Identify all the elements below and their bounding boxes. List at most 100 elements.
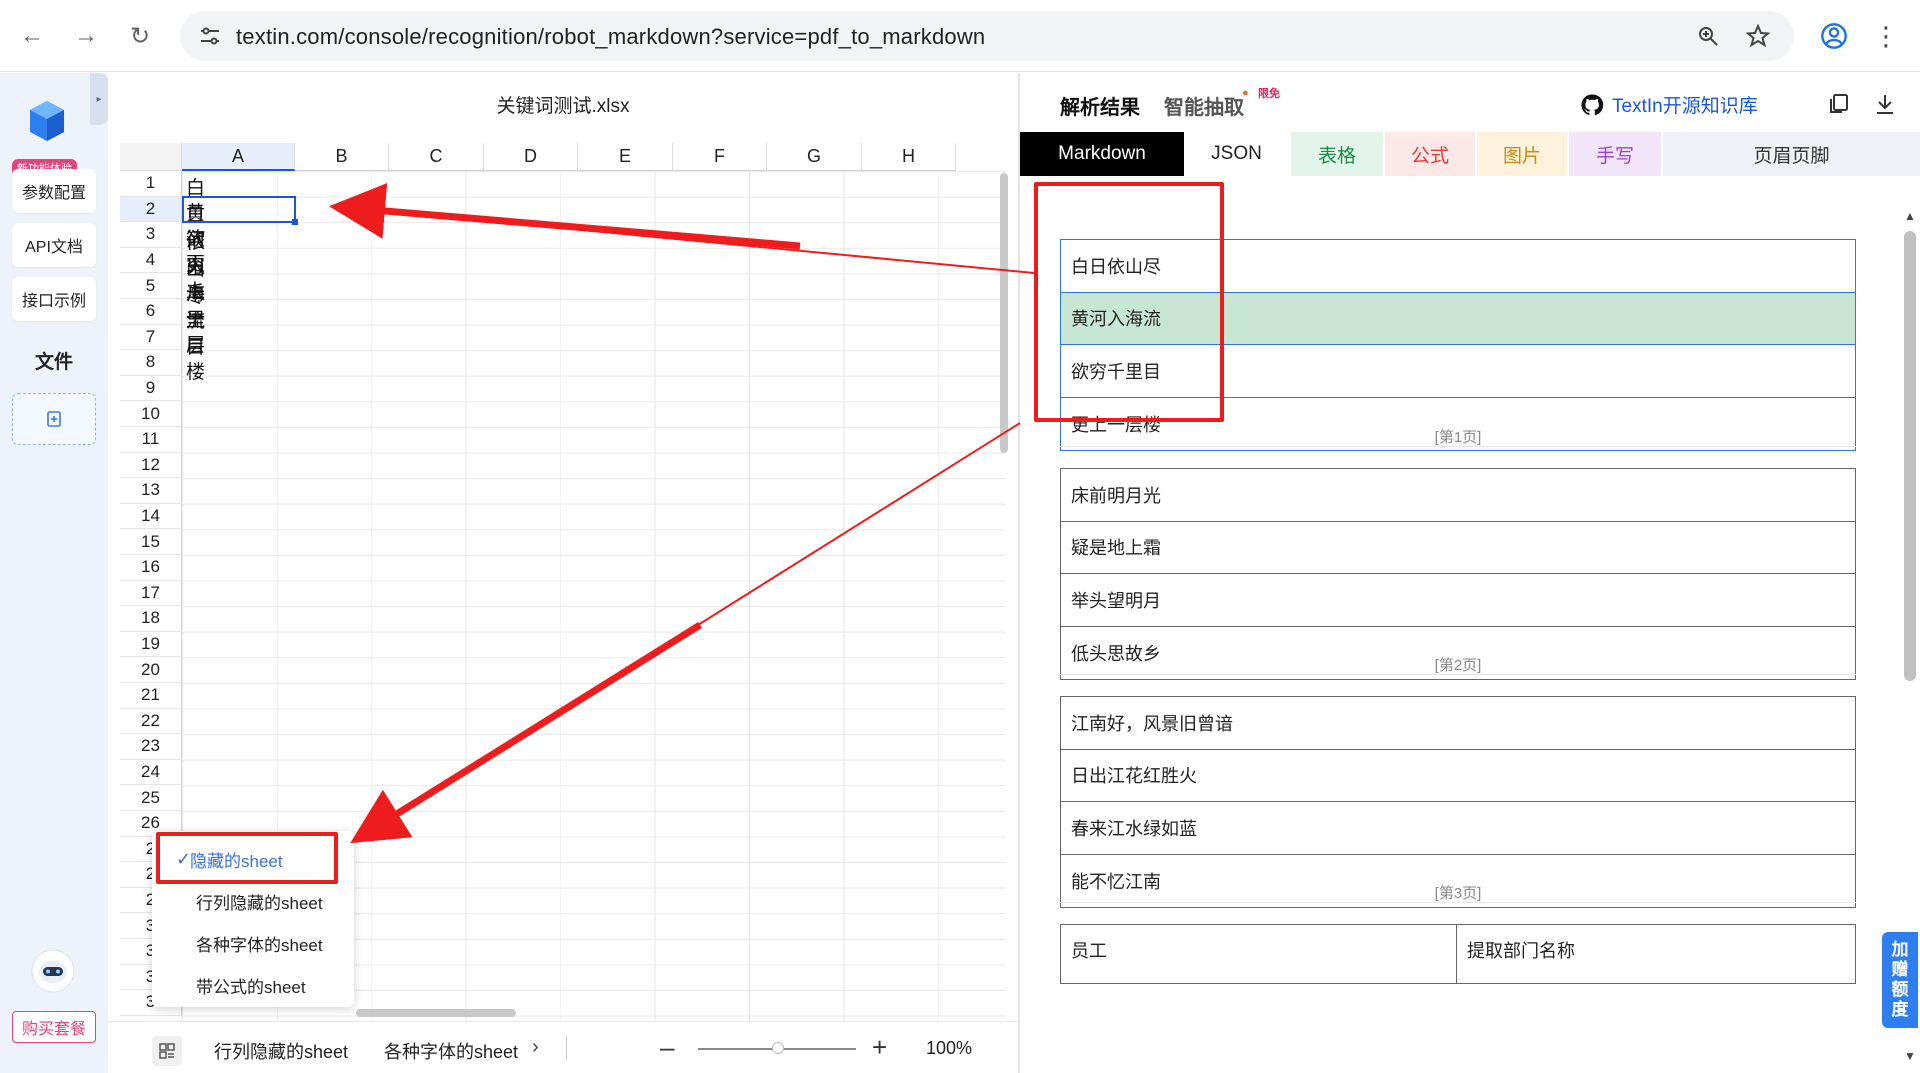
menu-item-formulas[interactable]: 带公式的sheet [152,965,354,1005]
column-header[interactable]: A [182,143,295,171]
table-row[interactable]: 江南好，风景旧曾谙 [1061,697,1855,750]
row-header[interactable]: 21 [120,683,182,709]
tab-parse-result[interactable]: 解析结果 [1060,91,1140,120]
sheet-list-icon[interactable] [152,1036,182,1066]
tab-tables[interactable]: 表格 [1291,132,1383,176]
tab-json[interactable]: JSON [1184,132,1289,176]
api-docs-button[interactable]: API文档 [12,223,96,267]
fill-handle[interactable] [292,219,298,225]
row-header[interactable]: 12 [120,452,182,479]
zoom-out-icon[interactable]: – [660,1032,674,1063]
param-config-button[interactable]: 参数配置 [12,169,96,213]
scroll-down-icon[interactable]: ▼ [1904,1049,1916,1063]
row-header[interactable]: 25 [120,785,182,811]
back-icon[interactable]: ← [14,18,50,54]
row-header[interactable]: 15 [120,529,182,555]
row-header[interactable]: 20 [120,657,182,683]
annotation-box-menu [156,832,338,884]
scroll-up-icon[interactable]: ▲ [1904,209,1916,223]
tab-smart-extract[interactable]: 智能抽取 [1164,91,1244,120]
upload-file-button[interactable] [12,393,96,445]
tab-markdown[interactable]: Markdown [1020,132,1184,176]
row-header[interactable]: 23 [120,734,182,760]
row-header[interactable]: 7 [120,324,182,351]
bonus-quota-button[interactable]: 加 赠 额 度 [1882,932,1918,1028]
row-header[interactable]: 17 [120,580,182,607]
fire-icon: ● [1242,87,1249,99]
table-row[interactable]: 疑是地上霜 [1061,522,1855,574]
tab-images[interactable]: 图片 [1477,132,1567,176]
row-header[interactable]: 11 [120,427,182,453]
row-header[interactable]: 18 [120,606,182,632]
table-cell[interactable]: 提取部门名称 [1457,925,1585,983]
page-separator [1060,674,1856,675]
row-header[interactable]: 3 [120,222,182,248]
row-header[interactable]: 8 [120,350,182,376]
buy-plan-button[interactable]: 购买套餐 [12,1011,96,1043]
row-header[interactable]: 6 [120,299,182,325]
url-text[interactable]: textin.com/console/recognition/robot_mar… [236,24,985,50]
assistant-bot-icon[interactable] [30,948,76,994]
column-header[interactable]: C [389,143,484,171]
row-header[interactable]: 1 [120,171,182,197]
menu-item-row-col-hidden[interactable]: 行列隐藏的sheet [152,881,354,921]
column-header[interactable]: E [578,143,673,171]
file-title: 关键词测试.xlsx [496,96,630,117]
copy-icon[interactable] [1826,91,1852,117]
api-example-button[interactable]: 接口示例 [12,277,96,321]
row-header[interactable]: 9 [120,375,182,402]
sheet-horizontal-scrollbar[interactable] [356,1009,516,1017]
bookmark-star-icon[interactable] [1746,24,1770,48]
table-row[interactable]: 日出江花红胜火 [1061,750,1855,802]
row-header[interactable]: 2 [120,196,182,223]
row-header[interactable]: 24 [120,759,182,786]
row-header[interactable]: 16 [120,555,182,581]
row-header[interactable]: 22 [120,708,182,735]
sidebar-collapse-toggle[interactable]: ▸ [90,73,108,125]
selected-cell-frame [182,196,298,225]
cell-a4[interactable]: 更上一层楼 [186,249,205,384]
column-header[interactable]: F [673,143,767,171]
knowledge-base-link[interactable]: TextIn开源知识库 [1580,91,1758,118]
row-header[interactable]: 10 [120,401,182,427]
add-file-icon [47,411,61,427]
row-header[interactable]: 13 [120,478,182,504]
spreadsheet-preview: 关键词测试.xlsx A B C D E F G H 1 2 3 4 5 6 7 8 9 10 11… [108,73,1018,1073]
sheet-tab[interactable]: 行列隐藏的sheet [214,1038,348,1064]
column-header[interactable]: B [295,143,389,171]
result-table-page-2: 床前明月光 疑是地上霜 举头望明月 低头思故乡 [1060,468,1856,680]
results-scrollbar-thumb[interactable] [1904,231,1916,681]
profile-icon[interactable] [1820,22,1848,50]
row-header[interactable]: 14 [120,503,182,530]
row-header[interactable]: 19 [120,631,182,658]
select-all-corner[interactable] [120,143,182,171]
bonus-char: 赠 [1891,960,1909,979]
table-cell[interactable]: 员工 [1061,925,1457,983]
forward-icon[interactable]: → [68,18,104,54]
address-bar[interactable]: textin.com/console/recognition/robot_mar… [180,11,1794,61]
table-row[interactable]: 举头望明月 [1061,574,1855,627]
row-header[interactable]: 5 [120,273,182,299]
menu-item-fonts[interactable]: 各种字体的sheet [152,923,354,963]
download-icon[interactable] [1872,91,1898,117]
browser-menu-icon[interactable]: ⋮ [1868,18,1904,54]
sheet-vertical-scrollbar[interactable] [1000,173,1008,453]
result-table-page-4: 员工 提取部门名称 [1060,924,1856,984]
column-header[interactable]: D [484,143,578,171]
column-header[interactable]: H [862,143,956,171]
tab-handwriting[interactable]: 手写 [1569,132,1661,176]
zoom-in-icon[interactable]: + [872,1032,887,1063]
zoom-magnifier-icon[interactable] [1696,24,1720,48]
reload-icon[interactable]: ↻ [122,18,158,54]
column-header[interactable]: G [767,143,862,171]
result-table-page-3: 江南好，风景旧曾谙 日出江花红胜火 春来江水绿如蓝 能不忆江南 [1060,696,1856,908]
table-row[interactable]: 春来江水绿如蓝 [1061,802,1855,855]
tab-formulas[interactable]: 公式 [1385,132,1475,176]
sheet-tab[interactable]: 各种字体的sheet [384,1038,518,1064]
zoom-slider-handle[interactable] [772,1042,784,1054]
row-header[interactable]: 4 [120,247,182,274]
table-row[interactable]: 床前明月光 [1061,469,1855,522]
tab-header-footer[interactable]: 页眉页脚 [1663,132,1920,176]
chevron-right-icon[interactable]: › [532,1036,539,1059]
site-info-icon[interactable] [198,24,222,48]
